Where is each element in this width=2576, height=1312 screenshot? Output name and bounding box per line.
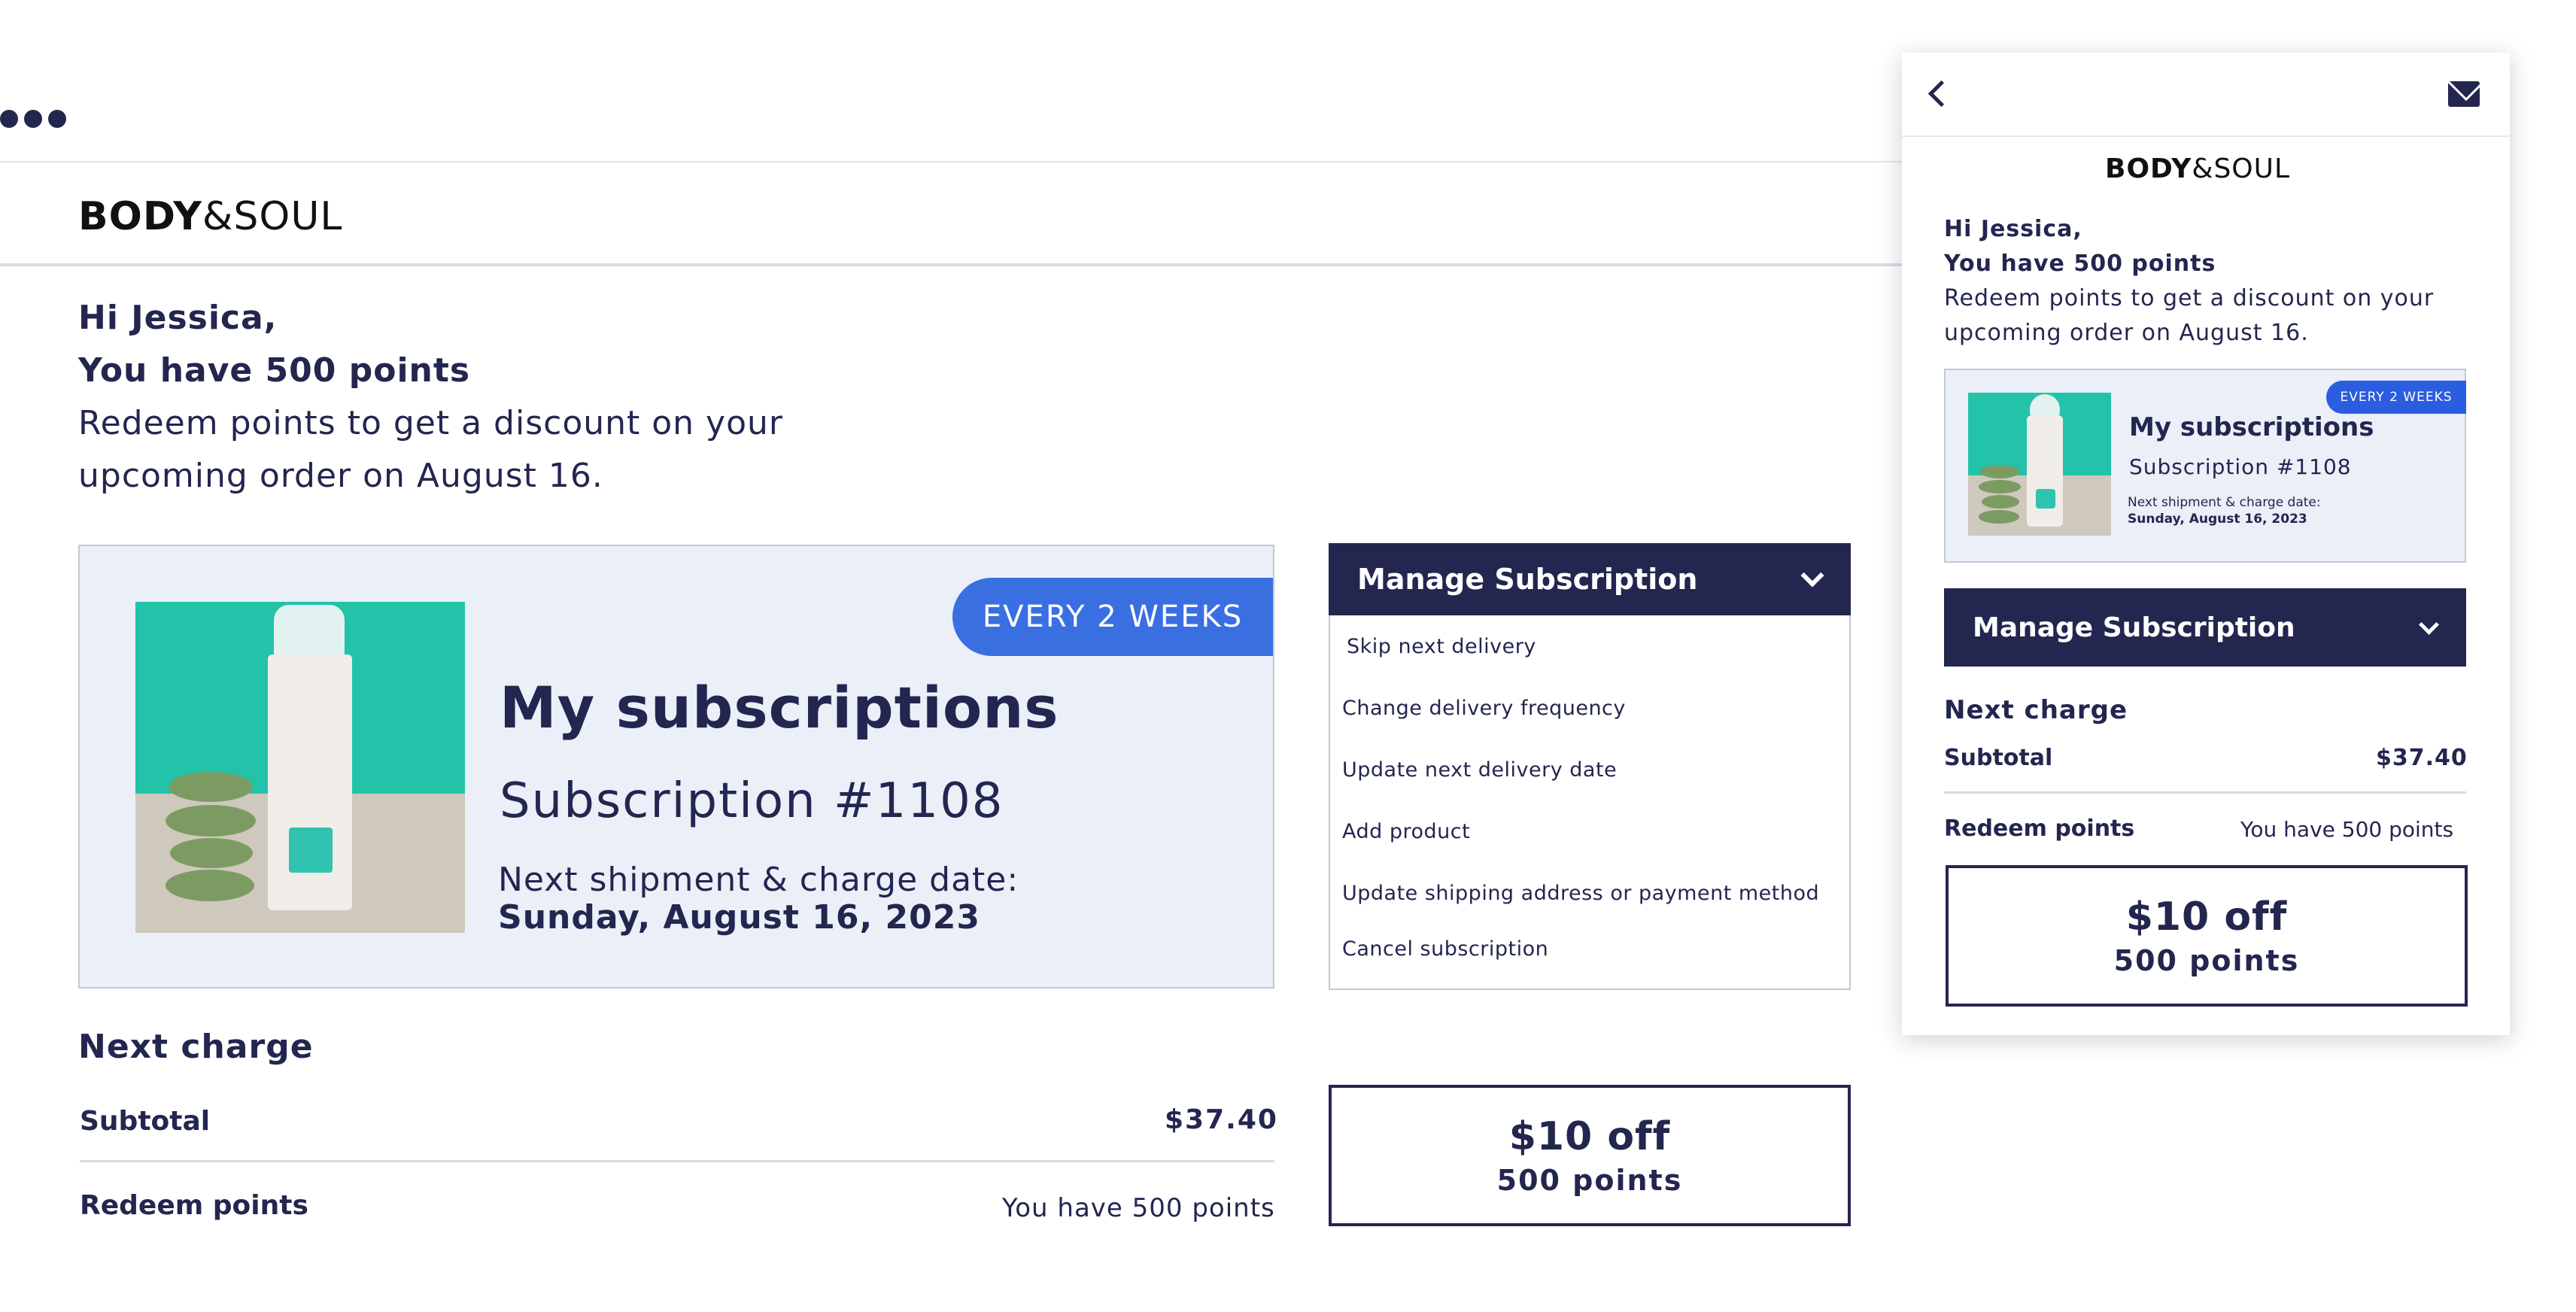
frequency-badge: EVERY 2 WEEKS <box>952 578 1273 656</box>
mobile-next-shipment-date: Sunday, August 16, 2023 <box>2128 512 2307 527</box>
menu-item-change-frequency[interactable]: Change delivery frequency <box>1342 697 1626 720</box>
menu-item-update-date[interactable]: Update next delivery date <box>1342 758 1617 782</box>
mobile-header-divider <box>1902 135 2510 137</box>
mobile-greeting-name: Hi Jessica, <box>1944 216 2082 242</box>
redeem-points-value: You have 500 points <box>1002 1193 1275 1223</box>
dot <box>48 110 66 128</box>
mobile-redeem-points-value: You have 500 points <box>2240 817 2454 842</box>
chevron-down-icon <box>1800 563 1824 588</box>
product-image <box>135 602 465 933</box>
brand-logo-light: &SOUL <box>202 194 343 239</box>
discount-points: 500 points <box>1496 1164 1683 1197</box>
mobile-redeem-text: Redeem points to get a discount on your … <box>1944 285 2435 346</box>
mobile-discount-amount: $10 off <box>2125 894 2288 940</box>
greeting-name: Hi Jessica, <box>78 299 278 337</box>
brand-logo-bold: BODY <box>78 194 202 239</box>
mobile-logo-bold: BODY <box>2105 153 2192 184</box>
redeem-text-line2: upcoming order on August 16. <box>78 457 603 495</box>
points-balance: You have 500 points <box>78 351 471 390</box>
dot <box>24 110 42 128</box>
mobile-redeem-points-label: Redeem points <box>1944 815 2135 842</box>
mobile-logo-light: &SOUL <box>2192 153 2291 184</box>
mobile-subtotal-value: $37.40 <box>2376 745 2468 771</box>
mobile-brand-logo[interactable]: BODY&SOUL <box>2105 153 2290 184</box>
subscription-card[interactable]: EVERY 2 WEEKS My subscriptions Subscript… <box>78 545 1274 989</box>
mobile-next-charge-title: Next charge <box>1944 695 2128 725</box>
mobile-manage-subscription-dropdown[interactable]: Manage Subscription <box>1944 588 2466 667</box>
mobile-redeem-discount-button[interactable]: $10 off 500 points <box>1946 865 2468 1007</box>
menu-item-update-shipping[interactable]: Update shipping address or payment metho… <box>1342 882 1819 905</box>
mobile-points-balance: You have 500 points <box>1944 251 2216 277</box>
header-divider <box>0 263 1911 266</box>
toolbar-divider <box>0 161 1911 162</box>
redeem-points-label: Redeem points <box>80 1190 308 1221</box>
menu-item-cancel[interactable]: Cancel subscription <box>1342 937 1548 961</box>
redeem-discount-button[interactable]: $10 off 500 points <box>1329 1085 1851 1226</box>
next-shipment-label: Next shipment & charge date: <box>498 861 1019 899</box>
mobile-charge-divider <box>1944 791 2466 794</box>
mobile-subscription-number: Subscription #1108 <box>2129 454 2352 479</box>
subtotal-label: Subtotal <box>80 1106 211 1137</box>
manage-subscription-menu: Skip next delivery Change delivery frequ… <box>1329 615 1851 990</box>
manage-subscription-dropdown[interactable]: Manage Subscription <box>1329 543 1851 615</box>
mobile-next-shipment-label: Next shipment & charge date: <box>2128 495 2321 510</box>
mobile-greeting: Hi Jessica, You have 500 points Redeem p… <box>1944 212 2471 351</box>
mobile-subtotal-label: Subtotal <box>1944 745 2053 771</box>
mobile-frequency-badge: EVERY 2 WEEKS <box>2326 381 2466 414</box>
mobile-preview-panel: BODY&SOUL Hi Jessica, You have 500 point… <box>1902 53 2510 1035</box>
charge-divider <box>80 1160 1274 1162</box>
discount-amount: $10 off <box>1508 1114 1671 1159</box>
redeem-text-line1: Redeem points to get a discount on your <box>78 404 783 442</box>
greeting: Hi Jessica, You have 500 points Redeem p… <box>78 292 783 503</box>
subscriptions-title: My subscriptions <box>500 674 1059 741</box>
mobile-product-image <box>1968 393 2111 536</box>
menu-item-add-product[interactable]: Add product <box>1342 820 1470 843</box>
window-dots-icon <box>0 110 66 128</box>
chevron-down-icon <box>2419 614 2439 635</box>
next-shipment-date: Sunday, August 16, 2023 <box>498 898 980 937</box>
dot <box>0 110 18 128</box>
mobile-discount-points: 500 points <box>2113 944 2300 977</box>
mobile-subscriptions-title: My subscriptions <box>2129 412 2374 442</box>
mobile-subscription-card[interactable]: EVERY 2 WEEKS My subscriptions Subscript… <box>1944 369 2466 563</box>
mail-icon[interactable] <box>2448 81 2480 107</box>
brand-logo[interactable]: BODY&SOUL <box>78 194 342 239</box>
chevron-left-icon[interactable] <box>1927 80 1955 108</box>
subtotal-value: $37.40 <box>1165 1104 1278 1135</box>
mobile-manage-subscription-label: Manage Subscription <box>1973 612 2295 643</box>
manage-subscription-label: Manage Subscription <box>1357 563 1698 596</box>
next-charge-title: Next charge <box>78 1028 314 1066</box>
subscription-number: Subscription #1108 <box>500 773 1004 829</box>
menu-item-skip-delivery[interactable]: Skip next delivery <box>1347 635 1536 658</box>
